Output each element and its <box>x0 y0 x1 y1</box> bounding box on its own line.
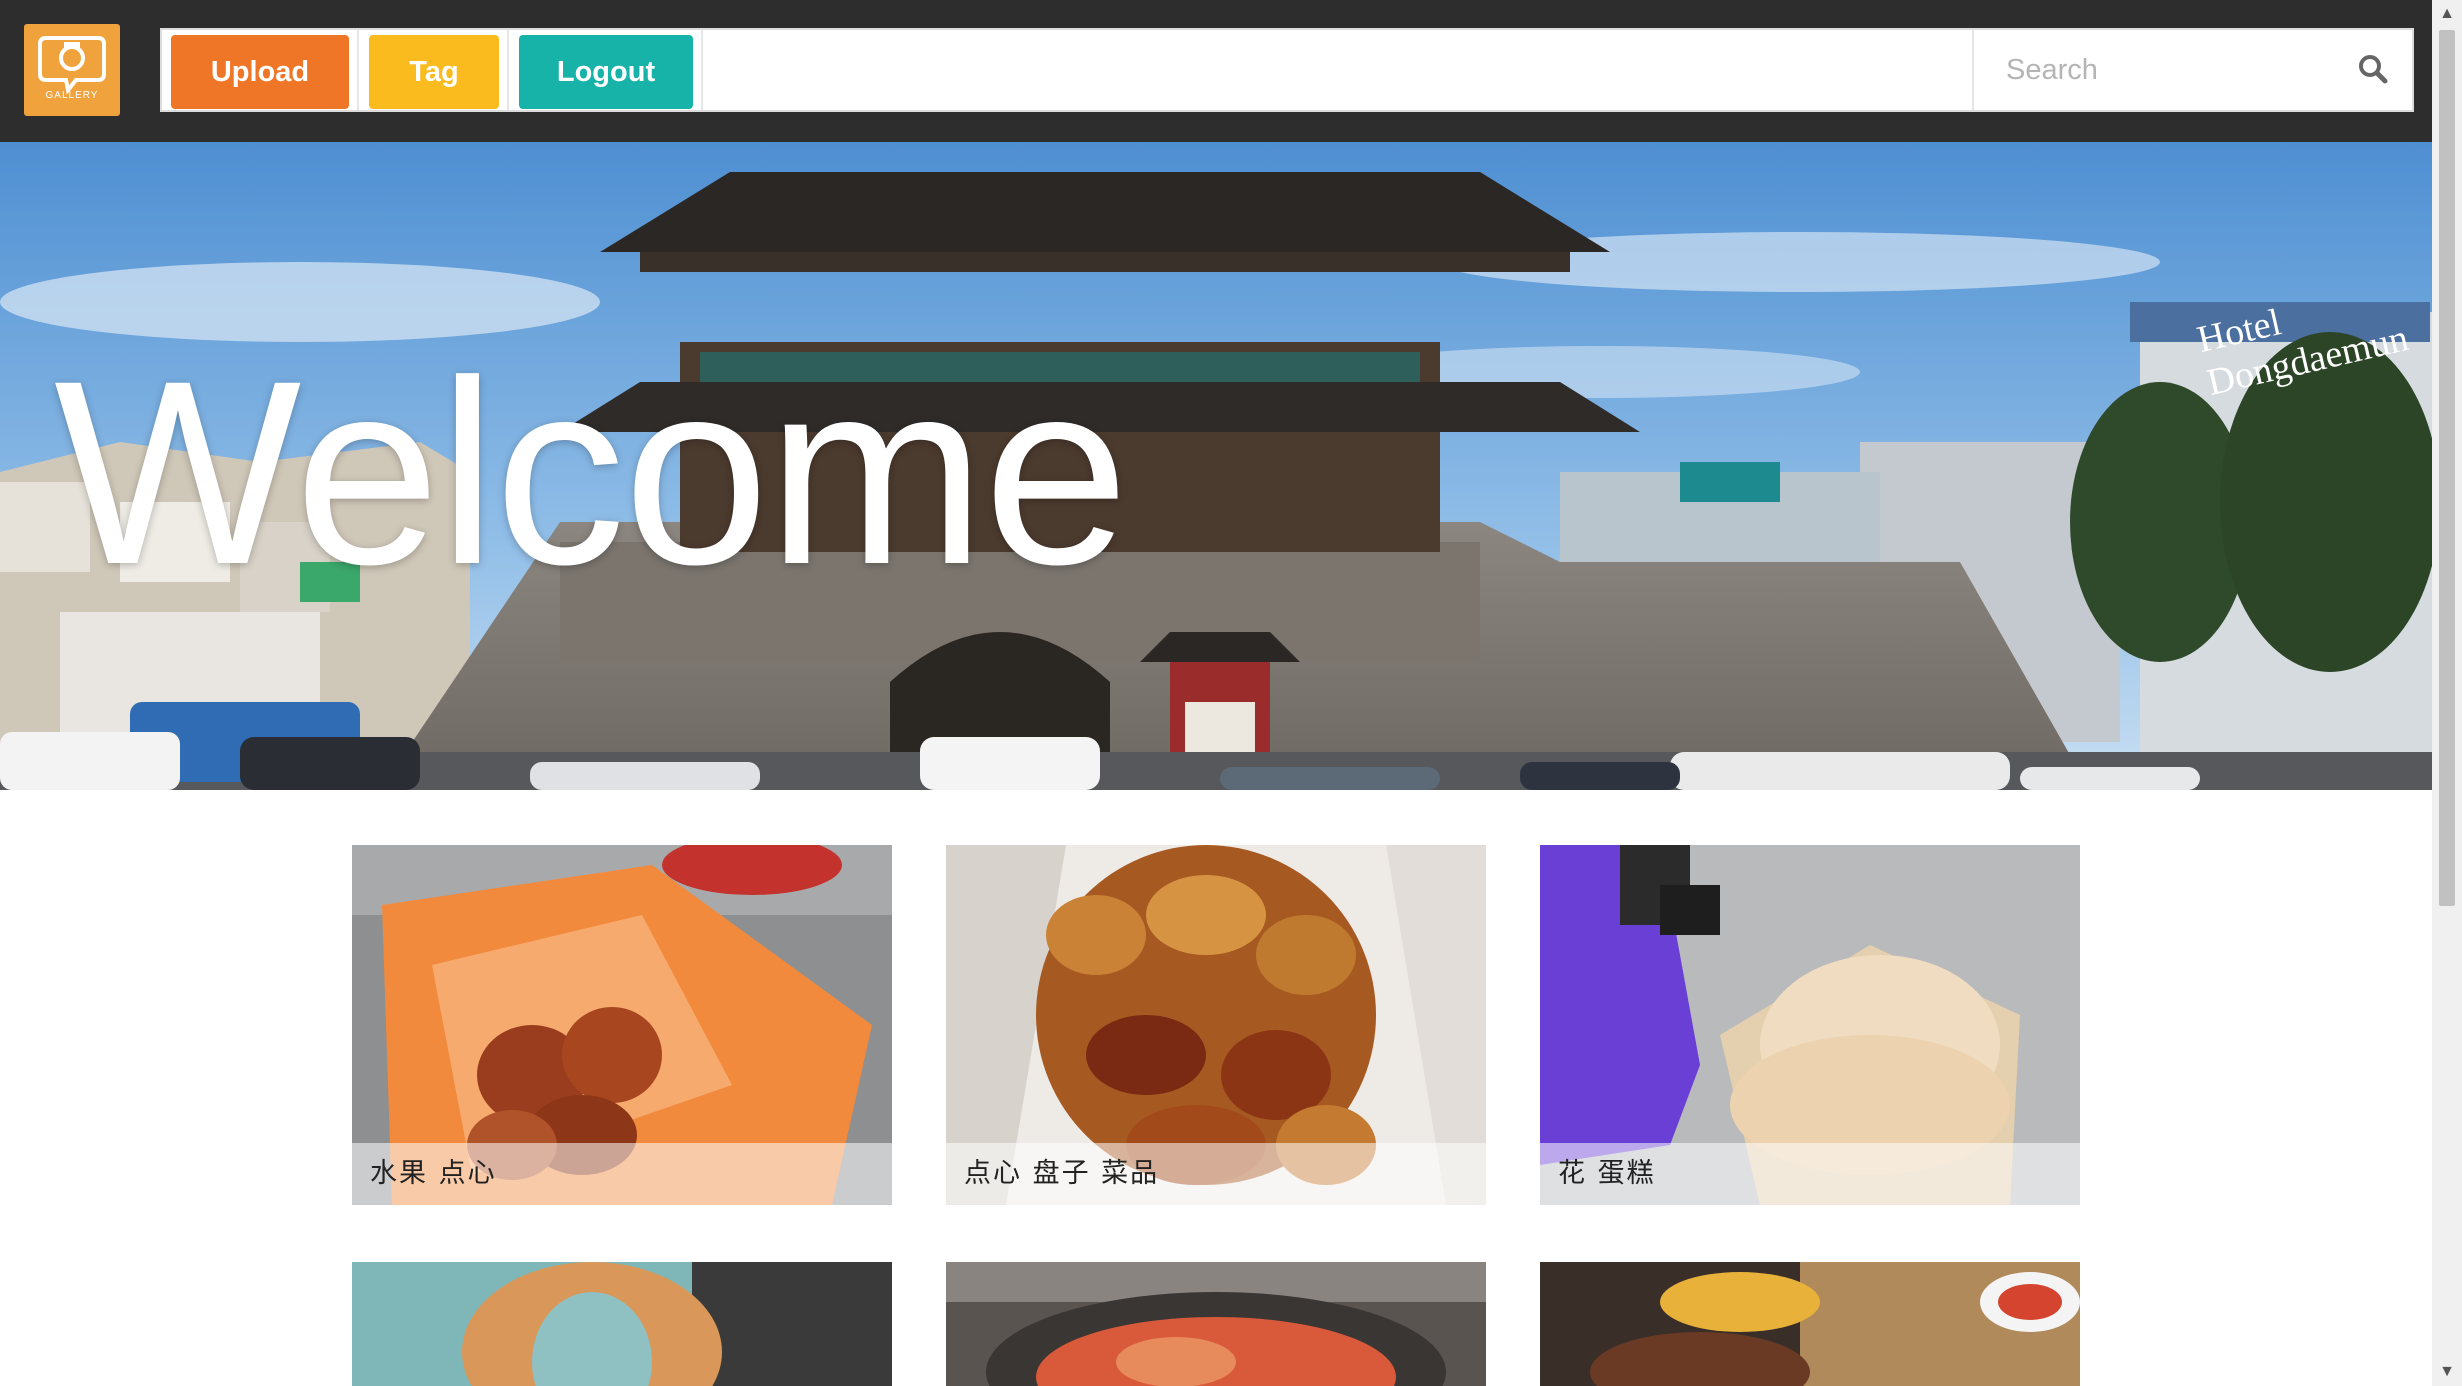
logo-text: GALLERY <box>45 90 99 101</box>
gallery-card[interactable] <box>352 1262 892 1386</box>
vertical-scrollbar[interactable]: ▲ ▼ <box>2432 0 2462 1386</box>
gallery-card[interactable] <box>1540 1262 2080 1386</box>
gallery-image <box>352 1262 892 1386</box>
search-box <box>1972 30 2414 110</box>
upload-button[interactable]: Upload <box>171 35 349 109</box>
gallery-image <box>946 1262 1486 1386</box>
card-caption: 水果 点心 <box>352 1143 892 1205</box>
hero-title: Welcome <box>54 326 1129 619</box>
tag-button[interactable]: Tag <box>369 35 499 109</box>
gallery-image <box>1540 1262 2080 1386</box>
search-input[interactable] <box>2004 44 2328 96</box>
scrollbar-thumb[interactable] <box>2439 30 2455 906</box>
gallery-card[interactable]: 点心 盘子 菜品 <box>946 845 1486 1205</box>
scroll-up-icon[interactable]: ▲ <box>2432 0 2462 28</box>
top-navigation-bar: GALLERY Upload Tag Logout <box>0 0 2432 142</box>
gallery-card[interactable] <box>946 1262 1486 1386</box>
scroll-down-icon[interactable]: ▼ <box>2432 1358 2462 1386</box>
logout-button[interactable]: Logout <box>519 35 693 109</box>
card-caption: 点心 盘子 菜品 <box>946 1143 1486 1205</box>
divider <box>507 30 509 110</box>
hero-banner: Welcome Hotel Dongdaemun <box>0 142 2432 790</box>
gallery-logo-icon[interactable]: GALLERY <box>24 24 120 116</box>
card-caption: 花 蛋糕 <box>1540 1143 2080 1205</box>
gallery-card[interactable]: 花 蛋糕 <box>1540 845 2080 1205</box>
gallery-card[interactable]: 水果 点心 <box>352 845 892 1205</box>
search-icon[interactable] <box>2358 54 2388 89</box>
nav-container: Upload Tag Logout <box>160 28 2414 112</box>
divider <box>357 30 359 110</box>
divider <box>701 30 703 110</box>
